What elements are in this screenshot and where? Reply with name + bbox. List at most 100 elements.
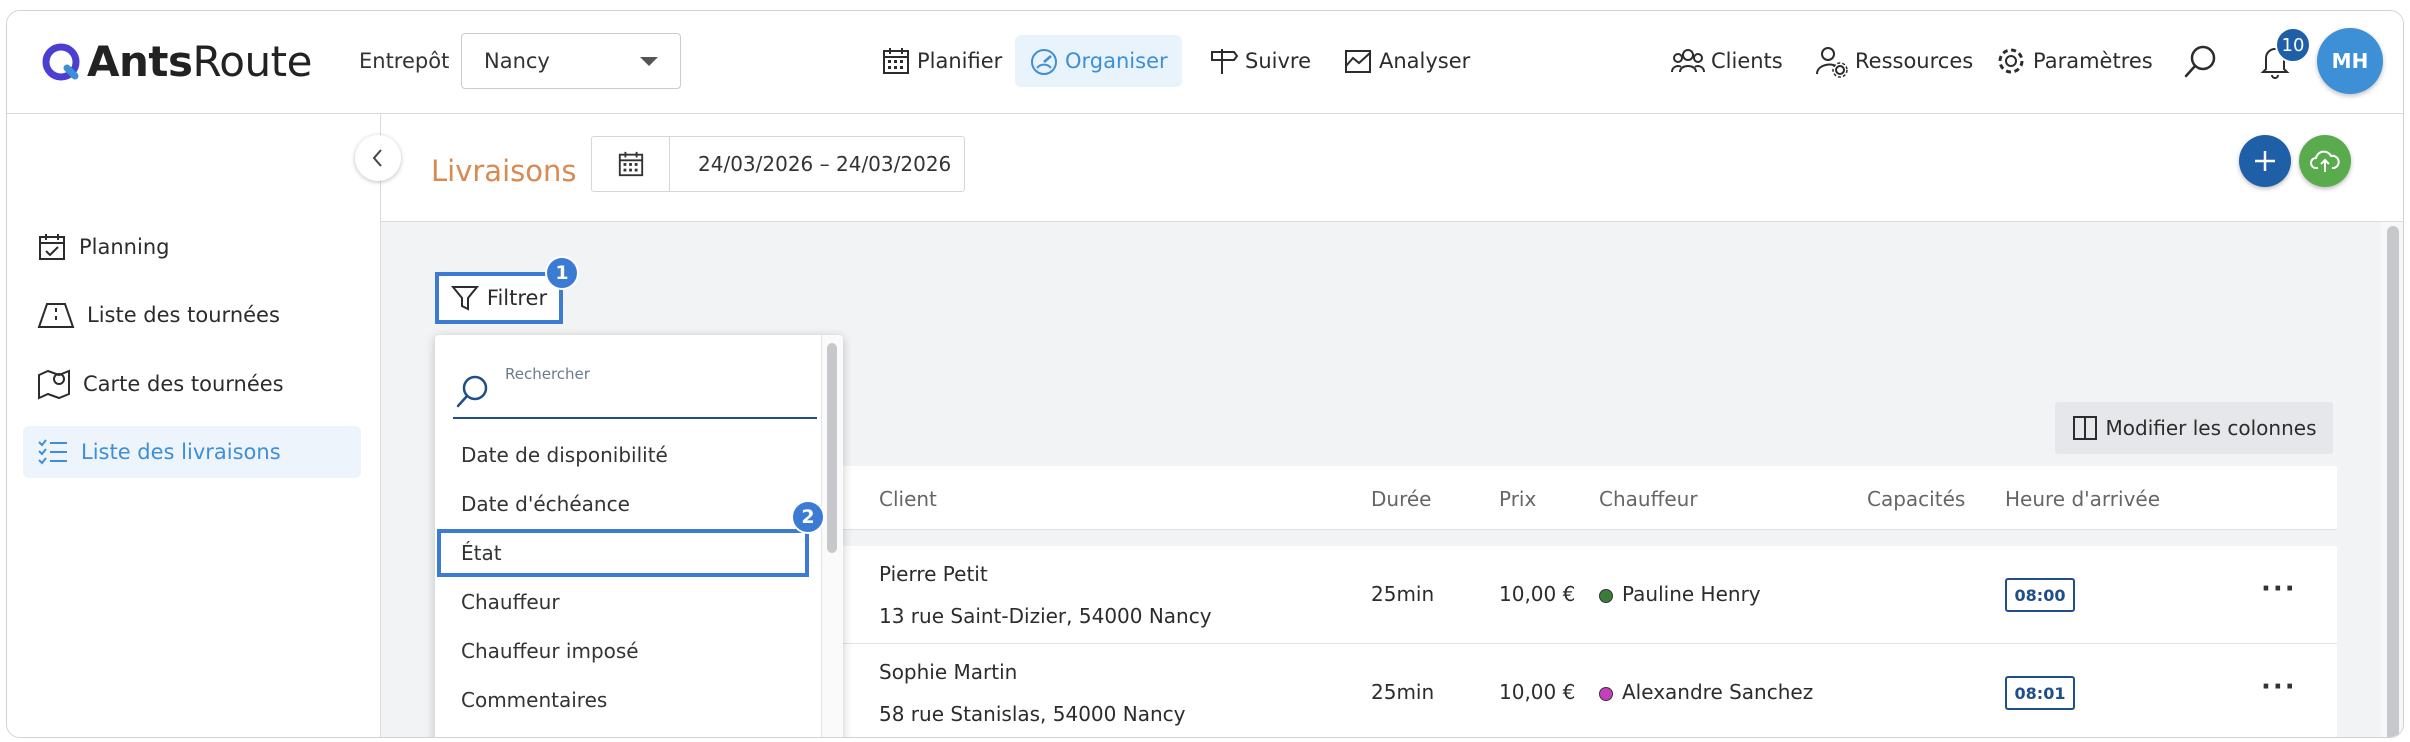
modify-columns-button[interactable]: Modifier les colonnes — [2055, 402, 2333, 454]
column-header-heure[interactable]: Heure d'arrivée — [2005, 487, 2160, 511]
sidebar-item-label: Carte des tournées — [83, 372, 284, 396]
page-title: Livraisons — [431, 154, 577, 188]
filter-dropdown: Rechercher Date de disponibilité Date d'… — [435, 335, 843, 737]
prix-value: 10,00 € — [1499, 582, 1576, 606]
calendar-icon — [883, 48, 909, 74]
column-header-client[interactable]: Client — [879, 487, 937, 511]
warehouse-select[interactable]: Nancy — [461, 33, 681, 89]
sidebar-item-label: Planning — [79, 235, 170, 259]
avatar[interactable]: MH — [2317, 28, 2383, 94]
sidebar-item-planning[interactable]: Planning — [23, 221, 361, 273]
step-marker-2: 2 — [791, 500, 825, 534]
sidebar-item-carte-tournees[interactable]: Carte des tournées — [23, 358, 361, 410]
dashboard-icon — [1031, 49, 1057, 75]
column-header-duree[interactable]: Durée — [1371, 487, 1431, 511]
users-icon — [1671, 49, 1705, 73]
nav-parametres[interactable]: Paramètres — [1981, 35, 2167, 87]
filter-option-disponibilite[interactable]: Date de disponibilité — [435, 431, 815, 479]
sidebar-item-liste-tournees[interactable]: Liste des tournées — [23, 289, 361, 341]
map-pin-icon — [38, 369, 70, 400]
arrival-time-badge: 08:01 — [2005, 676, 2075, 710]
nav-label: Paramètres — [2033, 49, 2153, 73]
column-header-prix[interactable]: Prix — [1499, 487, 1536, 511]
nav-planifier[interactable]: Planifier — [867, 35, 1016, 87]
nav-organiser[interactable]: Organiser — [1015, 35, 1182, 87]
modify-columns-label: Modifier les colonnes — [2105, 416, 2317, 440]
main-scrollbar[interactable] — [2387, 226, 2399, 737]
page-toolbar: Livraisons 24/03/2026 – 24/03/2026 — [381, 114, 2403, 222]
prix-value: 10,00 € — [1499, 680, 1576, 704]
more-actions-icon[interactable]: ··· — [2261, 574, 2297, 604]
client-address: 58 rue Stanislas, 54000 Nancy — [879, 702, 1186, 726]
antsroute-logo[interactable]: AntsRoute — [41, 37, 312, 86]
sidebar-item-liste-livraisons[interactable]: Liste des livraisons — [23, 426, 361, 478]
collapse-sidebar-button[interactable] — [355, 135, 401, 181]
main-content: Filtrer 1 Modifier les colonnes Client D… — [381, 222, 2403, 737]
column-header-capacites[interactable]: Capacités — [1867, 487, 1965, 511]
driver-color-dot — [1599, 588, 1613, 603]
add-button[interactable] — [2239, 135, 2291, 187]
warehouse-label: Entrepôt — [359, 49, 450, 73]
nav-label: Analyser — [1379, 49, 1471, 73]
columns-icon — [2072, 416, 2097, 440]
nav-ressources[interactable]: Ressources — [1801, 35, 1987, 87]
chauffeur-cell: Alexandre Sanchez — [1599, 680, 1813, 704]
search-button[interactable] — [2183, 43, 2219, 83]
calendar-icon — [618, 151, 643, 177]
nav-label: Suivre — [1245, 49, 1311, 73]
filter-button[interactable]: Filtrer — [435, 272, 563, 324]
signpost-icon — [1211, 49, 1239, 74]
gear-icon — [1998, 48, 2024, 74]
filter-search[interactable]: Rechercher — [453, 359, 817, 419]
sidebar-item-label: Liste des livraisons — [81, 440, 281, 464]
date-range-value: 24/03/2026 – 24/03/2026 — [698, 152, 952, 176]
top-header: AntsRoute Entrepôt Nancy Planifier Organ… — [7, 11, 2403, 114]
chauffeur-name: Pauline Henry — [1622, 582, 1761, 606]
search-icon — [2184, 45, 2216, 78]
filter-option-echeance[interactable]: Date d'échéance — [435, 480, 815, 528]
sidebar-item-label: Liste des tournées — [87, 303, 280, 327]
calendar-check-icon — [39, 234, 65, 260]
main-scroll-track[interactable] — [2381, 222, 2403, 737]
upload-button[interactable] — [2299, 135, 2351, 187]
search-icon — [456, 375, 488, 408]
user-gear-icon — [1816, 47, 1848, 78]
more-actions-icon[interactable]: ··· — [2261, 672, 2297, 702]
dropdown-scrollbar[interactable] — [827, 343, 837, 553]
sidebar: Planning Liste des tournées Carte des to… — [7, 114, 381, 737]
filter-option-chauffeur[interactable]: Chauffeur — [435, 578, 815, 626]
chauffeur-cell: Pauline Henry — [1599, 582, 1761, 606]
column-header-chauffeur[interactable]: Chauffeur — [1599, 487, 1698, 511]
duree-value: 25min — [1371, 680, 1435, 704]
date-picker-button[interactable] — [592, 137, 670, 191]
road-icon — [37, 303, 75, 328]
search-placeholder: Rechercher — [505, 365, 590, 383]
date-range-picker[interactable]: 24/03/2026 – 24/03/2026 — [591, 136, 965, 192]
filter-option-chauffeur-impose[interactable]: Chauffeur imposé — [435, 627, 815, 675]
nav-label: Organiser — [1065, 49, 1168, 73]
dropdown-scroll-track[interactable] — [821, 335, 843, 737]
cloud-upload-icon — [2310, 150, 2340, 172]
nav-label: Planifier — [917, 49, 1003, 73]
client-name: Sophie Martin — [879, 660, 1018, 684]
filter-option-commentaires[interactable]: Commentaires — [435, 676, 815, 724]
driver-color-dot — [1599, 686, 1613, 701]
chauffeur-name: Alexandre Sanchez — [1622, 680, 1814, 704]
nav-label: Ressources — [1855, 49, 1974, 73]
list-icon — [38, 439, 67, 465]
filter-button-label: Filtrer — [486, 286, 548, 310]
nav-clients[interactable]: Clients — [1657, 35, 1797, 87]
client-name: Pierre Petit — [879, 562, 988, 586]
filter-option-etat[interactable]: État — [437, 529, 809, 577]
arrival-time-badge: 08:00 — [2005, 578, 2075, 612]
chart-icon — [1345, 50, 1371, 73]
nav-analyser[interactable]: Analyser — [1329, 35, 1484, 87]
nav-suivre[interactable]: Suivre — [1195, 35, 1325, 87]
logo-icon — [42, 43, 80, 80]
logo-text: AntsRoute — [87, 37, 312, 86]
app-window: AntsRoute Entrepôt Nancy Planifier Organ… — [6, 10, 2404, 738]
filter-option-marchandises[interactable]: Marchandises — [435, 725, 815, 737]
notifications-badge: 10 — [2275, 27, 2311, 63]
warehouse-value: Nancy — [484, 49, 550, 73]
client-address: 13 rue Saint-Dizier, 54000 Nancy — [879, 604, 1212, 628]
